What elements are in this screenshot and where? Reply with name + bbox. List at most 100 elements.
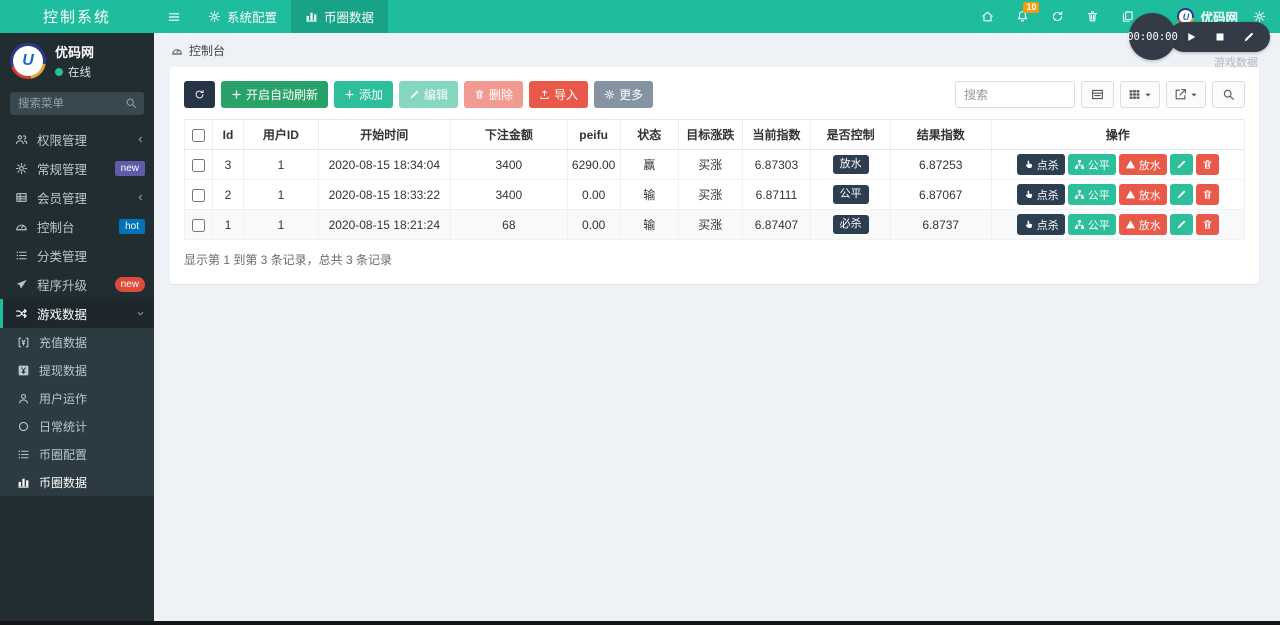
select-all-checkbox[interactable]: [192, 129, 205, 142]
profile-name: 优码网: [55, 42, 94, 61]
row-delete-button[interactable]: [1196, 154, 1219, 175]
pencil-icon: [1176, 159, 1187, 170]
plane-icon: [14, 278, 29, 291]
sidebar-item-label: 游戏数据: [37, 304, 87, 323]
sidebar-item-游戏数据[interactable]: 游戏数据: [0, 299, 154, 328]
auto-refresh-button[interactable]: 开启自动刷新: [221, 81, 328, 108]
plus-icon: [231, 89, 242, 100]
drain-button[interactable]: 放水: [1119, 214, 1167, 235]
refresh-table-button[interactable]: [184, 81, 215, 108]
control-badge: 放水: [833, 155, 869, 173]
sidebar-item-币圈数据[interactable]: 币圈数据: [0, 468, 154, 496]
search-icon: [125, 97, 137, 109]
row-delete-button[interactable]: [1196, 214, 1219, 235]
sidebar-item-币圈配置[interactable]: 币圈配置: [0, 440, 154, 468]
notifications-button[interactable]: 10: [1005, 0, 1040, 33]
menu-toggle-button[interactable]: [154, 0, 194, 33]
columns-button[interactable]: [1120, 81, 1160, 108]
sidebar: 控制系统 U 优码网 在线 权限管理常规管理new会员管理控制台hot分类管理程…: [0, 0, 154, 625]
column-header-peifu[interactable]: peifu: [567, 120, 620, 150]
column-header-是否控制[interactable]: 是否控制: [811, 120, 891, 150]
column-header-Id[interactable]: Id: [212, 120, 244, 150]
sidebar-item-分类管理[interactable]: 分类管理: [0, 241, 154, 270]
column-header-用户ID[interactable]: 用户ID: [244, 120, 318, 150]
sidebar-item-程序升级[interactable]: 程序升级new: [0, 270, 154, 299]
column-header-状态[interactable]: 状态: [620, 120, 678, 150]
add-button[interactable]: 添加: [334, 81, 393, 108]
row-checkbox[interactable]: [192, 189, 205, 202]
admin-app: 控制系统 U 优码网 在线 权限管理常规管理new会员管理控制台hot分类管理程…: [0, 0, 1280, 625]
kill-button[interactable]: 点杀: [1017, 154, 1065, 175]
fair-button[interactable]: 公平: [1068, 214, 1116, 235]
cell-actions: 点杀公平放水: [991, 210, 1244, 240]
kill-button[interactable]: 点杀: [1017, 214, 1065, 235]
more-button[interactable]: 更多: [594, 81, 653, 108]
stop-icon[interactable]: [1214, 31, 1226, 43]
play-icon[interactable]: [1185, 31, 1197, 43]
gear-icon: [208, 10, 221, 23]
sidebar-search-input[interactable]: [10, 92, 144, 115]
tab-币圈数据[interactable]: 币圈数据: [291, 0, 388, 33]
column-header-开始时间[interactable]: 开始时间: [318, 120, 451, 150]
cell-actions: 点杀公平放水: [991, 180, 1244, 210]
trash-icon: [474, 89, 485, 100]
yensq-icon: [16, 364, 31, 377]
cell-bet-amount: 3400: [451, 180, 568, 210]
row-delete-button[interactable]: [1196, 184, 1219, 205]
delete-button[interactable]: 删除: [464, 81, 523, 108]
row-checkbox[interactable]: [192, 219, 205, 232]
row-edit-button[interactable]: [1170, 184, 1193, 205]
notification-badge: 10: [1023, 2, 1039, 13]
sidebar-item-label: 会员管理: [37, 188, 87, 207]
menu-badge: new: [115, 161, 145, 176]
search-button[interactable]: [1212, 81, 1245, 108]
cell-control: 必杀: [811, 210, 891, 240]
sidebar-item-用户运作[interactable]: 用户运作: [0, 384, 154, 412]
trash-icon: [1202, 219, 1213, 230]
sidebar-item-权限管理[interactable]: 权限管理: [0, 125, 154, 154]
pencil-icon: [1176, 219, 1187, 230]
clear-trash-button[interactable]: [1075, 0, 1110, 33]
export-button[interactable]: [1166, 81, 1206, 108]
column-header-操作[interactable]: 操作: [991, 120, 1244, 150]
sitemap-icon: [1074, 189, 1085, 200]
table-row: 312020-08-15 18:34:0434006290.00赢买涨6.873…: [185, 150, 1245, 180]
row-checkbox[interactable]: [192, 159, 205, 172]
fair-button[interactable]: 公平: [1068, 154, 1116, 175]
column-header-当前指数[interactable]: 当前指数: [742, 120, 811, 150]
home-button[interactable]: [970, 0, 1005, 33]
upload-icon: [539, 89, 550, 100]
toggle-view-button[interactable]: [1081, 81, 1114, 108]
user-icon: [16, 392, 31, 405]
table-search-input[interactable]: [955, 81, 1075, 108]
sidebar-item-会员管理[interactable]: 会员管理: [0, 183, 154, 212]
menu-badge: hot: [119, 219, 145, 234]
trash-icon: [1086, 10, 1099, 23]
export-icon: [1174, 88, 1187, 101]
sidebar-menu: 权限管理常规管理new 会员管理控制台hot 分类管理程序升级new 游戏数据充值数据…: [0, 125, 154, 625]
list-icon: [16, 448, 31, 461]
pencil-icon[interactable]: [1243, 31, 1255, 43]
kill-button[interactable]: 点杀: [1017, 184, 1065, 205]
sidebar-item-控制台[interactable]: 控制台hot: [0, 212, 154, 241]
sidebar-item-label: 分类管理: [37, 246, 87, 265]
drain-button[interactable]: 放水: [1119, 184, 1167, 205]
sidebar-item-充值数据[interactable]: 充值数据: [0, 328, 154, 356]
cell-target: 买涨: [678, 210, 742, 240]
refresh-cache-button[interactable]: [1040, 0, 1075, 33]
drain-button[interactable]: 放水: [1119, 154, 1167, 175]
sidebar-item-日常统计[interactable]: 日常统计: [0, 412, 154, 440]
sidebar-item-常规管理[interactable]: 常规管理new: [0, 154, 154, 183]
row-edit-button[interactable]: [1170, 154, 1193, 175]
column-header-目标涨跌[interactable]: 目标涨跌: [678, 120, 742, 150]
sidebar-item-提现数据[interactable]: 提现数据: [0, 356, 154, 384]
list-icon: [14, 249, 29, 262]
fair-button[interactable]: 公平: [1068, 184, 1116, 205]
cell-start-time: 2020-08-15 18:34:04: [318, 150, 451, 180]
row-edit-button[interactable]: [1170, 214, 1193, 235]
tab-系统配置[interactable]: 系统配置: [194, 0, 291, 33]
column-header-结果指数[interactable]: 结果指数: [890, 120, 991, 150]
import-button[interactable]: 导入: [529, 81, 588, 108]
column-header-下注金额[interactable]: 下注金额: [451, 120, 568, 150]
edit-button[interactable]: 编辑: [399, 81, 458, 108]
